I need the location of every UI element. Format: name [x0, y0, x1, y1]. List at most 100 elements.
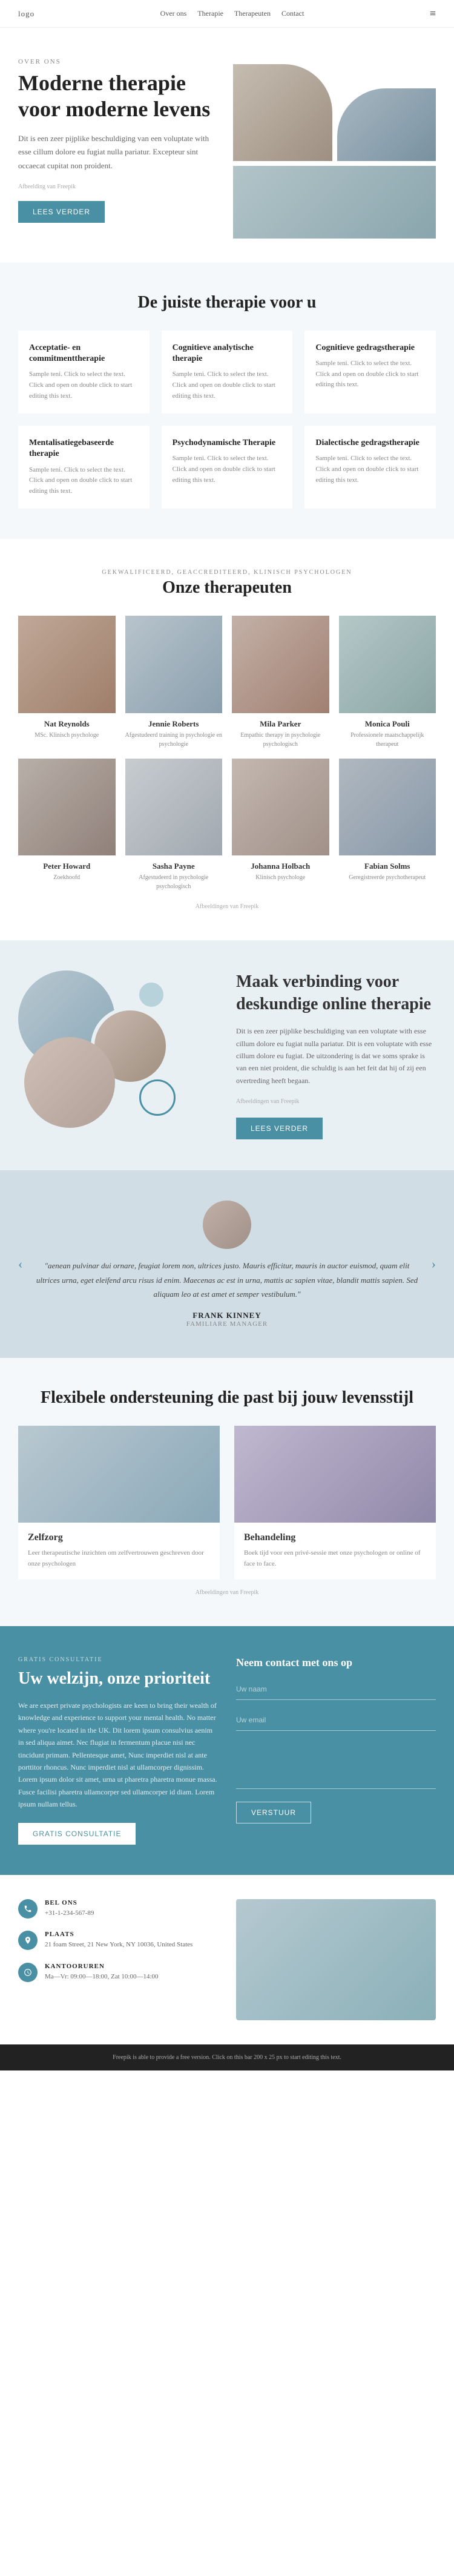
consultation-section: GRATIS CONSULTATIE Uw welzijn, onze prio…	[0, 1626, 454, 1875]
therapist-5-role: Afgestudeerd in psychologie psychologisc…	[125, 873, 223, 891]
therapist-7: Fabian Solms Geregistreerde psychotherap…	[339, 759, 436, 892]
contact-location-text: PLAATS 21 foam Street, 21 New York, NY 1…	[45, 1931, 192, 1951]
support-title: Flexibele ondersteuning die past bij jou…	[18, 1388, 436, 1408]
phone-icon	[18, 1899, 38, 1919]
hero-section: OVER ONS Moderne therapie voor moderne l…	[0, 28, 454, 263]
service-card-4: Psychodynamische Therapie Sample teni. C…	[162, 426, 293, 509]
service-card-5-title: Dialectische gedragstherapie	[315, 438, 425, 449]
nav-link-4[interactable]: Contact	[281, 9, 304, 18]
therapist-7-name: Fabian Solms	[339, 861, 436, 871]
contact-phone-value: +31-1-234-567-89	[45, 1908, 94, 1919]
therapists-grid: Nat Reynolds MSc. Klinisch psychologe Je…	[18, 616, 436, 891]
therapist-3: Monica Pouli Professionele maatschappeli…	[339, 616, 436, 749]
online-circle-deco-1	[139, 1079, 176, 1116]
therapist-1-photo	[125, 616, 223, 713]
services-section: De juiste therapie voor u Acceptatie- en…	[0, 263, 454, 539]
therapist-2-photo	[232, 616, 329, 713]
therapist-1-role: Afgestudeerd training in psychologie en …	[125, 731, 223, 749]
consultation-tag: GRATIS CONSULTATIE	[18, 1656, 218, 1663]
therapist-5: Sasha Payne Afgestudeerd in psychologie …	[125, 759, 223, 892]
therapist-2: Mila Parker Empathic therapy in psycholo…	[232, 616, 329, 749]
support-img-credit: Afbeeldingen van Freepik	[18, 1589, 436, 1596]
therapist-0-role: MSc. Klinisch psychologe	[18, 731, 116, 740]
contact-hours-label: KANTOORUREN	[45, 1963, 159, 1970]
service-card-3-title: Mentalisatiegebaseerde therapie	[29, 438, 139, 460]
therapist-6-name: Johanna Holbach	[232, 861, 329, 871]
service-card-3: Mentalisatiegebaseerde therapie Sample t…	[18, 426, 150, 509]
logo: logo	[18, 9, 35, 19]
contact-hours-text: KANTOORUREN Ma—Vr: 09:00—18:00, Zat 10:0…	[45, 1963, 159, 1983]
online-therapy-read-more-button[interactable]: LEES VERDER	[236, 1118, 323, 1139]
clock-icon	[18, 1963, 38, 1982]
therapist-3-name: Monica Pouli	[339, 719, 436, 729]
service-card-4-text: Sample teni. Click to select the text. C…	[173, 453, 282, 486]
consultation-email-input[interactable]	[236, 1710, 436, 1731]
therapist-1: Jennie Roberts Afgestudeerd training in …	[125, 616, 223, 749]
service-card-3-text: Sample teni. Click to select the text. C…	[29, 465, 139, 497]
therapist-4-name: Peter Howard	[18, 861, 116, 871]
contact-phone-item: BEL ONS +31-1-234-567-89	[18, 1899, 218, 1919]
hero-image-2	[337, 88, 436, 161]
contact-location-value: 21 foam Street, 21 New York, NY 10036, U…	[45, 1940, 192, 1951]
location-icon	[18, 1931, 38, 1950]
consultation-right: Neem contact met ons op VERSTUUR	[236, 1656, 436, 1845]
consultation-message-input[interactable]	[236, 1741, 436, 1789]
contact-map	[236, 1899, 436, 2020]
therapist-3-photo	[339, 616, 436, 713]
testimonial-next-arrow[interactable]: ›	[432, 1256, 436, 1272]
nav-link-3[interactable]: Therapeuten	[234, 9, 271, 18]
testimonial-prev-arrow[interactable]: ‹	[18, 1256, 22, 1272]
therapist-2-name: Mila Parker	[232, 719, 329, 729]
contact-phone-label: BEL ONS	[45, 1899, 94, 1906]
therapists-section: GEKWALIFICEERD, GEACCREDITEERD, KLINISCH…	[0, 539, 454, 940]
hero-text: Dit is een zeer pijplike beschuldiging v…	[18, 132, 221, 172]
online-img-credit: Afbeeldingen van Freepik	[236, 1096, 436, 1107]
hero-img-credit: Afbeelding van Freepik	[18, 183, 221, 190]
therapist-5-name: Sasha Payne	[125, 861, 223, 871]
online-circle-image-3	[24, 1037, 115, 1128]
hero-title: Moderne therapie voor moderne levens	[18, 70, 221, 122]
contact-hours-item: KANTOORUREN Ma—Vr: 09:00—18:00, Zat 10:0…	[18, 1963, 218, 1983]
nav-link-1[interactable]: Over ons	[160, 9, 187, 18]
service-card-5-text: Sample teni. Click to select the text. C…	[315, 453, 425, 486]
support-section: Flexibele ondersteuning die past bij jou…	[0, 1358, 454, 1626]
contact-section: BEL ONS +31-1-234-567-89 PLAATS 21 foam …	[0, 1875, 454, 2044]
consultation-form: VERSTUUR	[236, 1679, 436, 1823]
consultation-name-input[interactable]	[236, 1679, 436, 1700]
support-card-0-title: Zelfzorg	[28, 1532, 210, 1543]
menu-icon[interactable]: ≡	[430, 7, 436, 20]
footer-text: Freepik is able to provide a free versio…	[10, 2054, 444, 2061]
hero-read-more-button[interactable]: LEES VERDER	[18, 201, 105, 223]
service-card-2-text: Sample teni. Click to select the text. C…	[315, 358, 425, 390]
services-title: De juiste therapie voor u	[18, 293, 436, 312]
support-card-0-body: Zelfzorg Leer therapeutische inzichten o…	[18, 1523, 220, 1579]
support-card-0-image	[18, 1426, 220, 1523]
hero-image-3	[233, 166, 436, 239]
support-card-0: Zelfzorg Leer therapeutische inzichten o…	[18, 1426, 220, 1579]
consultation-text: We are expert private psychologists are …	[18, 1699, 218, 1811]
therapist-3-role: Professionele maatschappelijk therapeut	[339, 731, 436, 749]
contact-location-label: PLAATS	[45, 1931, 192, 1938]
therapists-title: Onze therapeuten	[18, 578, 436, 598]
testimonial-section: ‹ "aenean pulvinar dui ornare, feugiat l…	[0, 1170, 454, 1358]
therapist-6-role: Klinisch psychologe	[232, 873, 329, 882]
service-card-5: Dialectische gedragstherapie Sample teni…	[304, 426, 436, 509]
online-therapy-section: Maak verbinding voor deskundige online t…	[0, 940, 454, 1170]
service-card-0: Acceptatie- en commitmenttherapie Sample…	[18, 331, 150, 413]
consultation-button[interactable]: GRATIS CONSULTATIE	[18, 1823, 136, 1845]
footer: Freepik is able to provide a free versio…	[0, 2044, 454, 2070]
service-card-2: Cognitieve gedragstherapie Sample teni. …	[304, 331, 436, 413]
nav-link-2[interactable]: Therapie	[197, 9, 223, 18]
testimonial-photo	[203, 1201, 251, 1249]
testimonial-name: FRANK KINNEY	[35, 1311, 419, 1320]
consultation-submit-button[interactable]: VERSTUUR	[236, 1802, 311, 1823]
testimonial-quote: "aenean pulvinar dui ornare, feugiat lor…	[35, 1259, 419, 1301]
consultation-left: GRATIS CONSULTATIE Uw welzijn, onze prio…	[18, 1656, 218, 1845]
support-card-0-text: Leer therapeutische inzichten om zelfver…	[28, 1548, 210, 1569]
support-card-1-body: Behandeling Boek tijd voor een privé-ses…	[234, 1523, 436, 1579]
therapist-0-name: Nat Reynolds	[18, 719, 116, 729]
testimonial-role: FAMILIARE MANAGER	[35, 1320, 419, 1328]
navbar-nav: Over ons Therapie Therapeuten Contact	[160, 9, 304, 18]
therapist-7-role: Geregistreerde psychotherapeut	[339, 873, 436, 882]
navbar: logo Over ons Therapie Therapeuten Conta…	[0, 0, 454, 28]
